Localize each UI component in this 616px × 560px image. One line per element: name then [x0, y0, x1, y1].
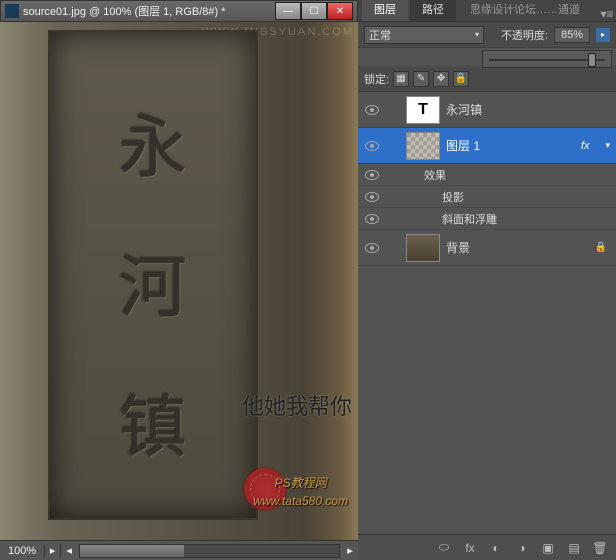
tab-extra[interactable]: 思缘设计论坛……通道 [458, 0, 592, 21]
visibility-toggle[interactable] [358, 243, 386, 253]
scroll-right-button[interactable]: ▸ [342, 544, 358, 557]
maximize-button[interactable]: ☐ [301, 2, 327, 20]
chevron-down-icon: ▾ [475, 30, 479, 39]
app-icon [5, 4, 19, 18]
watermark: PS教程网 www.tata580.com [253, 474, 348, 510]
layer1-thumb [406, 132, 440, 160]
carved-char-3: 镇 [119, 372, 187, 471]
visibility-toggle[interactable] [358, 214, 386, 224]
document-title: source01.jpg @ 100% (图层 1, RGB/8#) * [23, 3, 275, 19]
text-layer-thumb: T [406, 96, 440, 124]
add-mask-icon[interactable]: ◐ [488, 540, 504, 556]
lock-icon: 🔒 [594, 241, 608, 255]
fx-indicator[interactable]: fx [581, 140, 590, 152]
layer-name[interactable]: 图层 1 [446, 137, 581, 154]
layer-row-background[interactable]: 背景 🔒 [358, 230, 616, 266]
bg-layer-thumb [406, 234, 440, 262]
lock-label: 锁定: [364, 71, 389, 87]
titlebar[interactable]: source01.jpg @ 100% (图层 1, RGB/8#) * — ☐… [0, 0, 358, 22]
layer-name[interactable]: 背景 [446, 239, 594, 256]
lock-row: 锁定: ▦ ✎ ✥ 🔒 [358, 66, 616, 92]
watermark-line2: www.tata580.com [253, 492, 348, 510]
canvas[interactable]: WWW.MISSYUAN.COM 永 河 镇 他她我帮你 PS教程网 www.t… [0, 22, 358, 540]
opacity-slider[interactable] [482, 50, 612, 68]
eye-icon [365, 141, 379, 151]
opacity-value[interactable]: 85% [554, 27, 590, 43]
lock-pixels-icon[interactable]: ▦ [393, 71, 409, 87]
carved-char-2: 河 [119, 232, 187, 331]
panel-tabs: 图层 路径 思缘设计论坛……通道 ▾≡ [358, 0, 616, 22]
trash-icon[interactable]: 🗑 [592, 540, 608, 556]
eye-icon [365, 192, 379, 202]
eye-icon [365, 105, 379, 115]
watermark-line1: PS教程网 [253, 474, 348, 492]
fx-toggle-icon[interactable]: ▾ [605, 140, 610, 151]
h-scroll-thumb[interactable] [80, 545, 184, 557]
carved-char-1: 永 [119, 92, 187, 191]
new-group-icon[interactable]: ▣ [540, 540, 556, 556]
layer-row-layer1[interactable]: 图层 1 fx ▾ [358, 128, 616, 164]
slider-thumb[interactable] [588, 53, 596, 67]
blend-mode-dropdown[interactable]: 正常 ▾ [364, 26, 484, 44]
eye-icon [365, 214, 379, 224]
visibility-toggle[interactable] [358, 141, 386, 151]
blend-opacity-row: 正常 ▾ 不透明度: 85% ▸ [358, 22, 616, 48]
visibility-toggle[interactable] [358, 105, 386, 115]
lock-move-icon[interactable]: ✥ [433, 71, 449, 87]
panel-footer: ⬭ fx ◐ ◑ ▣ ▤ 🗑 [358, 534, 616, 560]
link-layers-icon[interactable]: ⬭ [436, 540, 452, 556]
visibility-toggle[interactable] [358, 170, 386, 180]
layer-row-text[interactable]: T 永河镇 [358, 92, 616, 128]
panel-menu-icon[interactable]: ▾≡ [598, 7, 616, 21]
effect-name: 斜面和浮雕 [442, 211, 497, 227]
overlay-calligraphy: 他她我帮你 [242, 394, 352, 420]
eye-icon [365, 170, 379, 180]
effect-name: 投影 [442, 189, 464, 205]
layer-name[interactable]: 永河镇 [446, 101, 616, 118]
opacity-flyout-icon[interactable]: ▸ [596, 28, 610, 42]
canvas-image: WWW.MISSYUAN.COM 永 河 镇 他她我帮你 PS教程网 www.t… [0, 22, 358, 540]
add-fill-icon[interactable]: ◑ [514, 540, 530, 556]
close-button[interactable]: ✕ [327, 2, 353, 20]
blend-mode-value: 正常 [369, 27, 391, 43]
lock-brush-icon[interactable]: ✎ [413, 71, 429, 87]
status-bar: 100% ▸ ◂ ▸ [0, 540, 358, 560]
effect-drop-shadow-row[interactable]: 投影 [358, 186, 616, 208]
minimize-button[interactable]: — [275, 2, 301, 20]
add-fx-icon[interactable]: fx [462, 540, 478, 556]
tab-layers[interactable]: 图层 [362, 0, 408, 21]
effects-group-row[interactable]: 效果 [358, 164, 616, 186]
opacity-label: 不透明度: [501, 27, 548, 43]
zoom-value[interactable]: 100% [0, 545, 45, 557]
visibility-toggle[interactable] [358, 192, 386, 202]
scroll-left-button[interactable]: ◂ [61, 544, 77, 557]
h-scrollbar[interactable] [79, 544, 340, 558]
layers-list: T 永河镇 图层 1 fx ▾ 效果 投影 斜面和浮雕 背景 🔒 [358, 92, 616, 534]
effect-bevel-row[interactable]: 斜面和浮雕 [358, 208, 616, 230]
new-layer-icon[interactable]: ▤ [566, 540, 582, 556]
eye-icon [365, 243, 379, 253]
stone-slab: 永 河 镇 [48, 30, 258, 520]
document-window: source01.jpg @ 100% (图层 1, RGB/8#) * — ☐… [0, 0, 358, 560]
zoom-flyout[interactable]: ▸ [45, 544, 61, 557]
tab-paths[interactable]: 路径 [410, 0, 456, 21]
layers-panel: 图层 路径 思缘设计论坛……通道 ▾≡ 正常 ▾ 不透明度: 85% ▸ 锁定:… [358, 0, 616, 560]
lock-all-icon[interactable]: 🔒 [453, 71, 469, 87]
effects-label: 效果 [424, 167, 446, 183]
